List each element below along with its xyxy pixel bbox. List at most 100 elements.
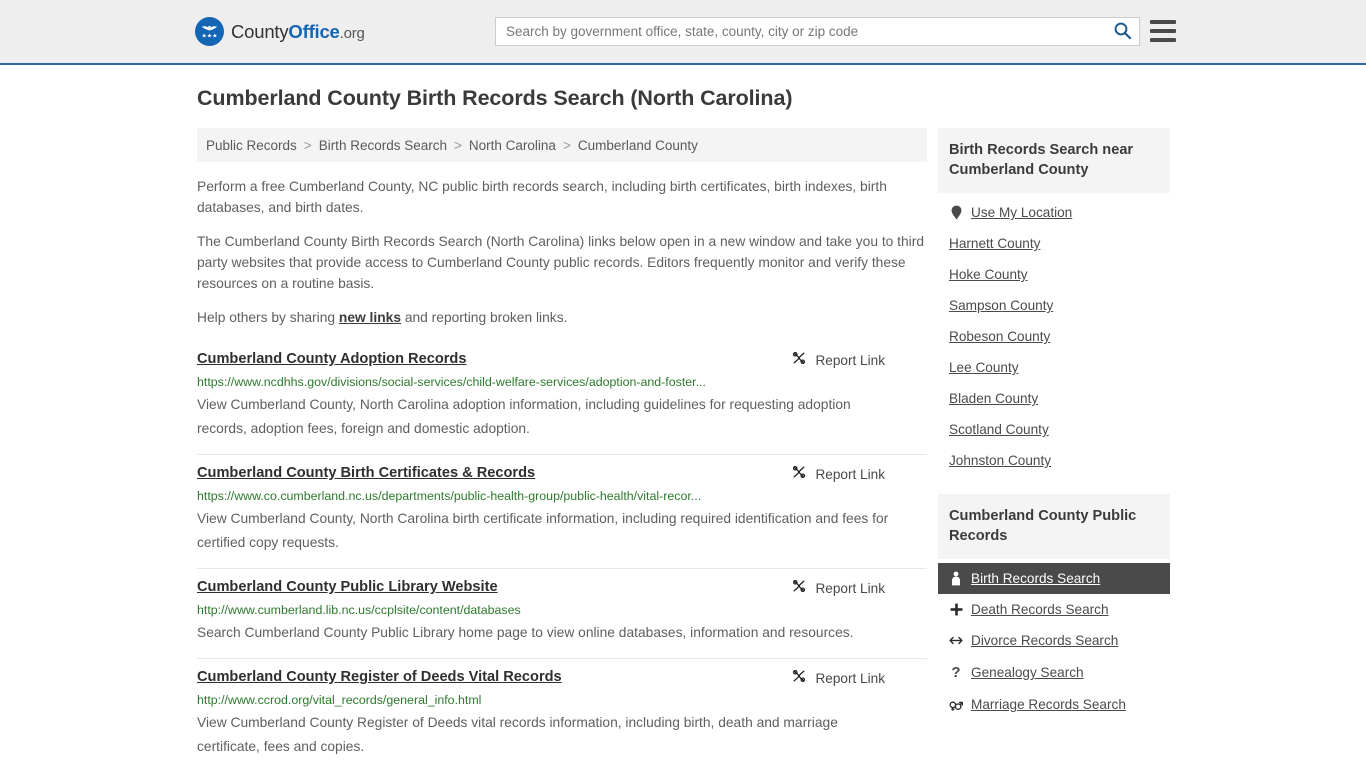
result-description: View Cumberland County Register of Deeds…	[197, 715, 838, 754]
public-records-panel-heading: Cumberland County Public Records	[938, 494, 1170, 559]
search-input[interactable]	[496, 24, 1105, 39]
breadcrumb-item-north-carolina[interactable]: North Carolina	[469, 138, 556, 153]
result-url: https://www.ncdhhs.gov/divisions/social-…	[197, 375, 706, 389]
sidebar-item-lee-county[interactable]: Lee County	[938, 352, 1170, 383]
report-link-button[interactable]: Report Link	[791, 350, 927, 371]
sidebar-item-label: Johnston County	[949, 453, 1052, 468]
baby-icon	[949, 571, 963, 586]
breadcrumb-separator: >	[454, 137, 462, 153]
sidebar-item-use-my-location[interactable]: Use My Location	[938, 197, 1170, 228]
cross-icon	[949, 603, 963, 616]
sidebar-item-johnston-county[interactable]: Johnston County	[938, 445, 1170, 476]
result-item: Cumberland County Register of Deeds Vita…	[197, 659, 927, 768]
report-link-button[interactable]: Report Link	[791, 668, 927, 689]
breadcrumb-separator: >	[303, 137, 312, 153]
sidebar-item-label: Birth Records Search	[971, 571, 1101, 586]
sidebar-item-label: Use My Location	[971, 205, 1073, 220]
hamburger-bar	[1150, 29, 1176, 33]
result-item: Cumberland County Public Library Website	[197, 569, 927, 659]
sidebar-item-label: Lee County	[949, 360, 1019, 375]
intro-paragraph-2: The Cumberland County Birth Records Sear…	[197, 234, 925, 291]
sidebar-item-scotland-county[interactable]: Scotland County	[938, 414, 1170, 445]
sidebar-item-label: Death Records Search	[971, 602, 1109, 617]
sidebar-item-label: Marriage Records Search	[971, 697, 1126, 712]
sidebar-item-harnett-county[interactable]: Harnett County	[938, 228, 1170, 259]
sidebar-item-label: Robeson County	[949, 329, 1051, 344]
site-logo[interactable]: CountyOffice.org	[195, 17, 365, 46]
broken-link-icon	[791, 350, 807, 371]
hamburger-bar	[1150, 20, 1176, 24]
hamburger-bar	[1150, 38, 1176, 42]
broken-link-icon	[791, 668, 807, 689]
report-link-button[interactable]: Report Link	[791, 578, 927, 599]
result-url: http://www.cumberland.lib.nc.us/ccplsite…	[197, 603, 521, 617]
site-header: CountyOffice.org	[0, 0, 1366, 65]
eagle-seal-icon	[195, 17, 224, 46]
breadcrumb-item-birth-records-search[interactable]: Birth Records Search	[319, 138, 447, 153]
breadcrumb: Public Records > Birth Records Search > …	[197, 128, 927, 162]
gender-symbols-icon	[949, 698, 963, 712]
intro-text-after-link: and reporting broken links.	[401, 310, 568, 325]
report-link-label: Report Link	[815, 353, 885, 368]
result-url: http://www.ccrod.org/vital_records/gener…	[197, 693, 482, 707]
results-list: Cumberland County Adoption Records Repor…	[197, 341, 927, 768]
sidebar-item-label: Divorce Records Search	[971, 633, 1119, 648]
public-records-panel-list: Birth Records Search Death Records Searc…	[938, 559, 1170, 720]
page-title: Cumberland County Birth Records Search (…	[197, 86, 793, 110]
result-description: View Cumberland County, North Carolina b…	[197, 511, 889, 550]
search-button[interactable]	[1105, 18, 1139, 45]
nearby-search-panel-heading: Birth Records Search near Cumberland Cou…	[938, 128, 1170, 193]
sidebar: Birth Records Search near Cumberland Cou…	[938, 128, 1170, 738]
sidebar-item-label: Sampson County	[949, 298, 1054, 313]
result-item: Cumberland County Adoption Records Repor…	[197, 341, 927, 455]
result-title-link[interactable]: Cumberland County Public Library Website	[197, 577, 498, 597]
site-logo-text: CountyOffice.org	[231, 21, 365, 43]
hamburger-menu-icon[interactable]	[1150, 20, 1176, 42]
question-mark-icon: ?	[951, 664, 961, 681]
logo-text-office: Office	[288, 20, 340, 42]
intro-paragraph-3: Help others by sharing new links and rep…	[197, 307, 927, 328]
broken-link-icon	[791, 578, 807, 599]
sidebar-item-label: Bladen County	[949, 391, 1039, 406]
report-link-label: Report Link	[815, 467, 885, 482]
report-link-label: Report Link	[815, 581, 885, 596]
result-title-link[interactable]: Cumberland County Register of Deeds Vita…	[197, 667, 562, 687]
report-link-button[interactable]: Report Link	[791, 464, 927, 485]
sidebar-item-label: Scotland County	[949, 422, 1049, 437]
breadcrumb-item-cumberland-county: Cumberland County	[577, 137, 698, 153]
sidebar-item-birth-records-search[interactable]: Birth Records Search	[938, 563, 1170, 594]
nearby-search-panel: Birth Records Search near Cumberland Cou…	[938, 128, 1170, 476]
result-description: Search Cumberland County Public Library …	[197, 625, 854, 640]
double-arrow-icon	[949, 635, 963, 646]
result-description: View Cumberland County, North Carolina a…	[197, 397, 851, 436]
sidebar-item-marriage-records-search[interactable]: Marriage Records Search	[938, 689, 1170, 720]
sidebar-item-sampson-county[interactable]: Sampson County	[938, 290, 1170, 321]
nearby-search-panel-list: Use My Location Harnett County Hoke Coun…	[938, 193, 1170, 476]
sidebar-item-bladen-county[interactable]: Bladen County	[938, 383, 1170, 414]
sidebar-item-hoke-county[interactable]: Hoke County	[938, 259, 1170, 290]
new-links-link[interactable]: new links	[339, 310, 401, 325]
intro-paragraph-1: Perform a free Cumberland County, NC pub…	[197, 179, 887, 215]
result-title-link[interactable]: Cumberland County Birth Certificates & R…	[197, 463, 535, 483]
sidebar-item-genealogy-search[interactable]: ? Genealogy Search	[938, 656, 1170, 689]
main-column: Public Records > Birth Records Search > …	[197, 128, 927, 768]
sidebar-item-robeson-county[interactable]: Robeson County	[938, 321, 1170, 352]
sidebar-item-label: Hoke County	[949, 267, 1028, 282]
page-content: Cumberland County Birth Records Search (…	[0, 65, 1366, 768]
search-icon	[1113, 21, 1132, 43]
breadcrumb-separator: >	[562, 137, 571, 153]
sidebar-item-label: Genealogy Search	[971, 665, 1084, 680]
sidebar-item-label: Harnett County	[949, 236, 1041, 251]
map-pin-icon	[949, 205, 963, 220]
logo-text-tld: .org	[339, 24, 365, 42]
result-item: Cumberland County Birth Certificates & R…	[197, 455, 927, 569]
report-link-label: Report Link	[815, 671, 885, 686]
sidebar-item-divorce-records-search[interactable]: Divorce Records Search	[938, 625, 1170, 656]
logo-text-county: County	[231, 20, 289, 42]
result-url: https://www.co.cumberland.nc.us/departme…	[197, 489, 702, 503]
result-title-link[interactable]: Cumberland County Adoption Records	[197, 349, 466, 369]
sidebar-item-death-records-search[interactable]: Death Records Search	[938, 594, 1170, 625]
public-records-panel: Cumberland County Public Records Birth R…	[938, 494, 1170, 720]
intro-section: Perform a free Cumberland County, NC pub…	[197, 162, 927, 328]
breadcrumb-item-public-records[interactable]: Public Records	[206, 138, 297, 153]
